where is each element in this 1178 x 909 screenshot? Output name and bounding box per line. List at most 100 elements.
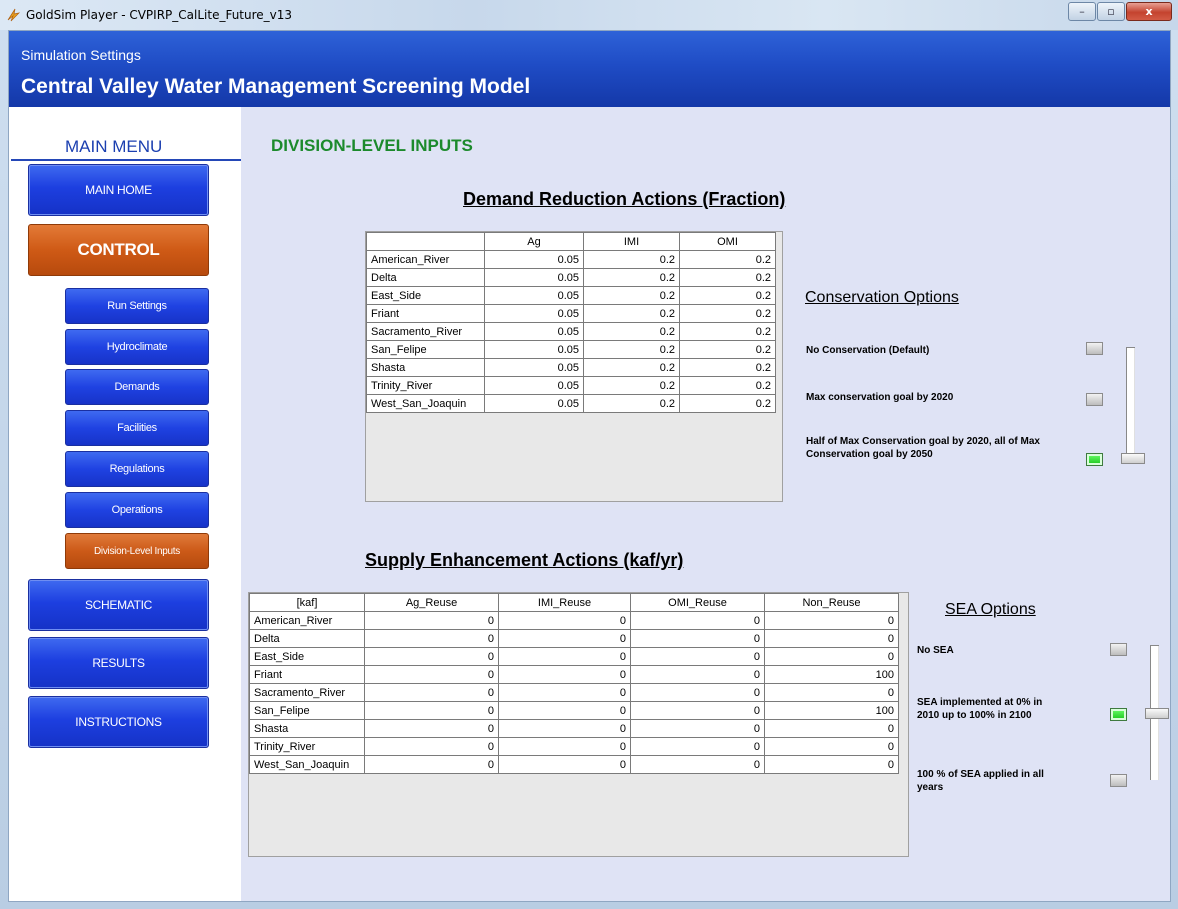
cell-imi-reuse[interactable]: 0: [498, 665, 631, 684]
cell-ag-reuse[interactable]: 0: [364, 737, 499, 756]
cell-omi-reuse[interactable]: 0: [630, 683, 765, 702]
cell-imi-reuse[interactable]: 0: [498, 647, 631, 666]
cell-ag-reuse[interactable]: 0: [364, 647, 499, 666]
cell-omi[interactable]: 0.2: [679, 340, 776, 359]
cell-non-reuse[interactable]: 0: [764, 719, 899, 738]
main-home-button[interactable]: MAIN HOME: [28, 164, 209, 216]
cell-omi[interactable]: 0.2: [679, 268, 776, 287]
control-button[interactable]: CONTROL: [28, 224, 209, 276]
cell-ag-reuse[interactable]: 0: [364, 611, 499, 630]
cell-imi[interactable]: 0.2: [583, 376, 680, 395]
sea-slider-handle[interactable]: [1145, 708, 1169, 719]
cell-omi-reuse[interactable]: 0: [630, 755, 765, 774]
cell-imi[interactable]: 0.2: [583, 394, 680, 413]
results-button[interactable]: RESULTS: [28, 637, 209, 689]
cell-non-reuse[interactable]: 0: [764, 629, 899, 648]
cell-omi[interactable]: 0.2: [679, 286, 776, 305]
maximize-button[interactable]: ▫: [1097, 2, 1125, 21]
close-button[interactable]: x: [1126, 2, 1172, 21]
cell-ag-reuse[interactable]: 0: [364, 755, 499, 774]
cell-omi[interactable]: 0.2: [679, 322, 776, 341]
cell-ag[interactable]: 0.05: [484, 376, 584, 395]
cell-omi[interactable]: 0.2: [679, 304, 776, 323]
column-header: Ag: [484, 232, 584, 251]
conservation-option-max-2020-button[interactable]: [1086, 393, 1103, 406]
slider-tick: [1150, 645, 1159, 646]
cell-non-reuse[interactable]: 100: [764, 701, 899, 720]
cell-imi[interactable]: 0.2: [583, 304, 680, 323]
schematic-button[interactable]: SCHEMATIC: [28, 579, 209, 631]
cell-non-reuse[interactable]: 0: [764, 611, 899, 630]
facilities-button[interactable]: Facilities: [65, 410, 209, 446]
cell-imi[interactable]: 0.2: [583, 322, 680, 341]
cell-imi-reuse[interactable]: 0: [498, 611, 631, 630]
instructions-button[interactable]: INSTRUCTIONS: [28, 696, 209, 748]
demand-reduction-table: Ag IMI OMI American_River 0.05 0.2 0.2 Delt…: [366, 232, 776, 413]
cell-ag[interactable]: 0.05: [484, 286, 584, 305]
cell-non-reuse[interactable]: 0: [764, 755, 899, 774]
cell-omi-reuse[interactable]: 0: [630, 737, 765, 756]
cell-non-reuse[interactable]: 0: [764, 647, 899, 666]
conservation-option-half-2020-button[interactable]: [1086, 453, 1103, 466]
cell-omi-reuse[interactable]: 0: [630, 719, 765, 738]
cell-ag-reuse[interactable]: 0: [364, 719, 499, 738]
division-level-inputs-button[interactable]: Division-Level Inputs: [65, 533, 209, 569]
cell-non-reuse[interactable]: 100: [764, 665, 899, 684]
cell-imi-reuse[interactable]: 0: [498, 629, 631, 648]
cell-non-reuse[interactable]: 0: [764, 683, 899, 702]
cell-omi[interactable]: 0.2: [679, 358, 776, 377]
cell-omi-reuse[interactable]: 0: [630, 611, 765, 630]
cell-imi-reuse[interactable]: 0: [498, 683, 631, 702]
cell-omi[interactable]: 0.2: [679, 394, 776, 413]
cell-imi-reuse[interactable]: 0: [498, 755, 631, 774]
conservation-option-none-button[interactable]: [1086, 342, 1103, 355]
cell-omi-reuse[interactable]: 0: [630, 701, 765, 720]
cell-imi-reuse[interactable]: 0: [498, 701, 631, 720]
cell-ag-reuse[interactable]: 0: [364, 701, 499, 720]
cell-imi-reuse[interactable]: 0: [498, 719, 631, 738]
cell-ag[interactable]: 0.05: [484, 358, 584, 377]
row-label: American_River: [249, 611, 365, 630]
cell-ag[interactable]: 0.05: [484, 268, 584, 287]
table-row: Sacramento_River 0 0 0 0: [249, 683, 899, 702]
row-label: Sacramento_River: [366, 322, 485, 341]
sea-option-phased-button[interactable]: [1110, 708, 1127, 721]
cell-imi[interactable]: 0.2: [583, 250, 680, 269]
cell-imi[interactable]: 0.2: [583, 286, 680, 305]
cell-ag-reuse[interactable]: 0: [364, 629, 499, 648]
run-settings-button[interactable]: Run Settings: [65, 288, 209, 324]
cell-imi-reuse[interactable]: 0: [498, 737, 631, 756]
row-label: East_Side: [249, 647, 365, 666]
cell-omi[interactable]: 0.2: [679, 250, 776, 269]
cell-imi[interactable]: 0.2: [583, 268, 680, 287]
table-row: Sacramento_River 0.05 0.2 0.2: [366, 322, 776, 341]
minimize-button[interactable]: –: [1068, 2, 1096, 21]
cell-ag[interactable]: 0.05: [484, 322, 584, 341]
cell-ag[interactable]: 0.05: [484, 394, 584, 413]
conservation-option-label: Max conservation goal by 2020: [806, 392, 954, 403]
conservation-slider-handle[interactable]: [1121, 453, 1145, 464]
cell-non-reuse[interactable]: 0: [764, 737, 899, 756]
table-header-row: [kaf] Ag_Reuse IMI_Reuse OMI_Reuse Non_R…: [249, 593, 899, 612]
cell-omi-reuse[interactable]: 0: [630, 665, 765, 684]
cell-imi[interactable]: 0.2: [583, 340, 680, 359]
cell-imi[interactable]: 0.2: [583, 358, 680, 377]
sea-option-all-years-button[interactable]: [1110, 774, 1127, 787]
row-label: Trinity_River: [366, 376, 485, 395]
cell-ag[interactable]: 0.05: [484, 340, 584, 359]
cell-ag-reuse[interactable]: 0: [364, 665, 499, 684]
cell-omi-reuse[interactable]: 0: [630, 629, 765, 648]
row-label: West_San_Joaquin: [249, 755, 365, 774]
conservation-slider-track[interactable]: [1126, 347, 1135, 462]
sea-option-none-button[interactable]: [1110, 643, 1127, 656]
cell-omi[interactable]: 0.2: [679, 376, 776, 395]
hydroclimate-button[interactable]: Hydroclimate: [65, 329, 209, 365]
regulations-button[interactable]: Regulations: [65, 451, 209, 487]
demands-button[interactable]: Demands: [65, 369, 209, 405]
cell-ag[interactable]: 0.05: [484, 304, 584, 323]
cell-omi-reuse[interactable]: 0: [630, 647, 765, 666]
app-window: GoldSim Player - CVPIRP_CalLite_Future_v…: [0, 0, 1178, 909]
operations-button[interactable]: Operations: [65, 492, 209, 528]
cell-ag[interactable]: 0.05: [484, 250, 584, 269]
cell-ag-reuse[interactable]: 0: [364, 683, 499, 702]
